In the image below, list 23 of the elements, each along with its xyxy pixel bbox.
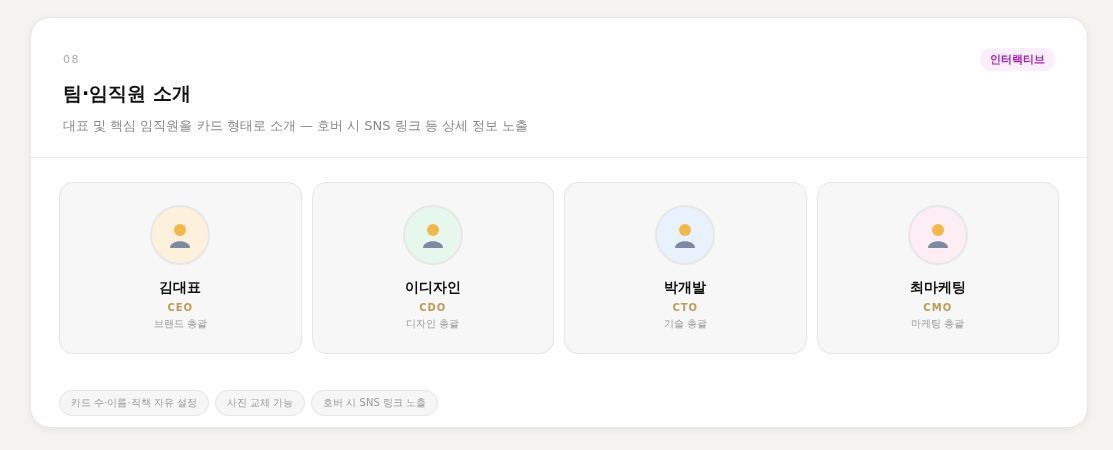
member-name: 박개발 — [664, 279, 707, 297]
member-duty: 마케팅 총괄 — [911, 317, 965, 331]
member-name: 최마케팅 — [909, 279, 966, 297]
member-name: 이디자인 — [404, 279, 461, 297]
section-title: 팀·임직원 소개 — [63, 81, 192, 106]
section-number: 08 — [63, 53, 80, 66]
member-role: CMO — [923, 302, 953, 313]
feature-tag: 호버 시 SNS 링크 노출 — [311, 390, 439, 416]
member-card[interactable]: 김대표 CEO 브랜드 총괄 — [59, 182, 302, 354]
feature-tag: 사진 교체 가능 — [214, 390, 306, 416]
member-duty: 브랜드 총괄 — [153, 317, 207, 331]
member-name: 김대표 — [159, 279, 202, 297]
section-description: 대표 및 핵심 임직원을 카드 형태로 소개 — 호버 시 SNS 링크 등 상세 정보 노출 — [63, 117, 530, 135]
member-role: CTO — [672, 302, 699, 313]
member-duty: 디자인 총괄 — [406, 317, 460, 331]
member-role: CDO — [419, 302, 447, 313]
member-card[interactable]: 이디자인 CDO 디자인 총괄 — [311, 182, 554, 354]
member-duty: 기술 총괄 — [663, 317, 707, 331]
member-card[interactable]: 최마케팅 CMO 마케팅 총괄 — [816, 182, 1059, 354]
interactive-badge: 인터랙티브 — [980, 48, 1055, 71]
member-role: CEO — [167, 302, 194, 313]
member-card[interactable]: 박개발 CTO 기술 총괄 — [564, 182, 807, 354]
feature-tag: 카드 수·이름·직책 자유 설정 — [59, 390, 209, 416]
